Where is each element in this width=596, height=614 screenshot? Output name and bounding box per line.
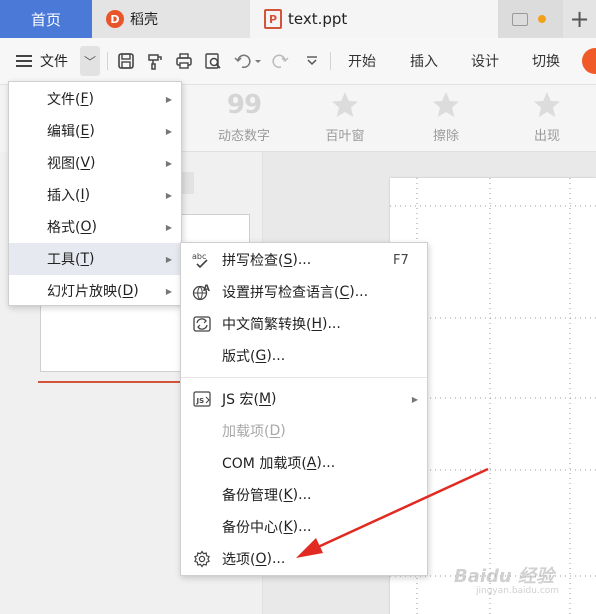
tab-bar: 首页 D 稻壳 P text.ppt + [0,0,596,38]
menu-item-backup-management[interactable]: 备份管理(K)... [181,479,427,511]
tab-document[interactable]: P text.ppt [250,0,498,38]
menu-item-layout[interactable]: 版式(G)... [181,340,427,372]
tab-document-label: text.ppt [288,10,348,28]
menu-item-options[interactable]: 选项(O)... [181,543,427,575]
submenu-arrow-icon: ▶ [165,286,172,296]
animation-wipe[interactable]: 擦除 [406,85,486,144]
hamburger-icon [16,55,32,67]
star-icon [305,85,385,125]
svg-text:JS: JS [196,397,205,405]
customize-toolbar-icon[interactable] [302,51,322,71]
notification-dot-icon[interactable] [538,15,546,23]
ribbon-tab-start[interactable]: 开始 [348,38,376,84]
submenu-arrow-icon: ▶ [165,126,172,136]
redo-icon[interactable] [270,51,290,71]
menu-item-insert[interactable]: 插入(I) ▶ [9,179,181,211]
language-icon: A [192,282,212,302]
toolbar-divider [330,52,331,70]
menu-item-js-macro[interactable]: JS JS 宏(M) ▶ [181,383,427,415]
submenu-arrow-icon: ▶ [165,158,172,168]
undo-icon[interactable] [233,51,263,71]
submenu-arrow-icon: ▶ [411,394,418,404]
convert-icon [192,314,212,334]
tab-daoke[interactable]: D 稻壳 [92,0,250,38]
animation-label: 擦除 [432,129,459,144]
submenu-arrow-icon: ▶ [165,254,172,264]
file-dropdown-menu: 文件(F) ▶ 编辑(E) ▶ 视图(V) ▶ 插入(I) ▶ 格式(O) ▶ … [8,81,182,306]
animation-label: 百叶窗 [325,129,365,144]
save-icon[interactable] [116,51,136,71]
format-painter-icon[interactable] [145,51,165,71]
menu-item-view[interactable]: 视图(V) ▶ [9,147,181,179]
menu-item-chinese-conversion[interactable]: 中文简繁转换(H)... [181,308,427,340]
menu-item-tools[interactable]: 工具(T) ▶ [9,243,181,275]
chevron-down-icon[interactable]: ﹀ [80,46,100,76]
tab-home[interactable]: 首页 [0,0,92,38]
animation-blinds[interactable]: 百叶窗 [305,85,385,144]
star-icon [406,85,486,125]
menu-divider [181,377,427,378]
tab-daoke-label: 稻壳 [130,12,158,28]
menu-item-spellcheck[interactable]: abc 拼写检查(S)... F7 [181,244,427,276]
monitor-icon[interactable] [512,12,528,26]
watermark: Baidu 经验 jingyan.baidu.com [454,566,560,596]
animation-label: 动态数字 [217,129,270,144]
svg-text:A: A [203,284,210,294]
menu-item-com-addins[interactable]: COM 加载项(A)... [181,447,427,479]
spellcheck-icon: abc [192,250,212,270]
ribbon-tab-design[interactable]: 设计 [471,38,499,84]
menu-item-backup-center[interactable]: 备份中心(K)... [181,511,427,543]
submenu-arrow-icon: ▶ [165,94,172,104]
toolbar-divider [107,52,108,70]
menu-item-edit[interactable]: 编辑(E) ▶ [9,115,181,147]
menu-item-file[interactable]: 文件(F) ▶ [9,83,181,115]
tabbar-tools [498,0,560,38]
animation-label: 出现 [533,129,560,144]
ribbon-tab-insert[interactable]: 插入 [410,38,438,84]
avatar[interactable] [582,48,596,74]
quick-toolbar: 文件 ﹀ 开始 插入 设计 切换 [0,38,596,85]
menu-item-format[interactable]: 格式(O) ▶ [9,211,181,243]
svg-text:abc: abc [192,252,206,261]
print-preview-icon[interactable] [203,51,223,71]
js-macro-icon: JS [192,389,212,409]
animation-gallery: 99 动态数字 百叶窗 擦除 出现 [180,85,596,152]
dynamic-number-icon: 99 [226,90,262,120]
star-icon [507,85,587,125]
animation-appear[interactable]: 出现 [507,85,587,144]
daoke-logo-icon: D [106,10,124,28]
gear-icon [192,549,212,569]
animation-dynamic-number[interactable]: 99 动态数字 [204,85,284,144]
file-menu-button[interactable]: 文件 [16,38,68,84]
menu-item-addins[interactable]: 加载项(D) [181,415,427,447]
submenu-arrow-icon: ▶ [165,190,172,200]
submenu-arrow-icon: ▶ [165,222,172,232]
menu-item-spellcheck-language[interactable]: A 设置拼写检查语言(C)... [181,276,427,308]
print-icon[interactable] [174,51,194,71]
tools-submenu: abc 拼写检查(S)... F7 A 设置拼写检查语言(C)... 中文简繁转… [180,242,428,576]
file-menu-label: 文件 [40,54,68,70]
new-tab-button[interactable]: + [563,0,596,38]
ribbon-tab-transition[interactable]: 切换 [532,38,560,84]
shortcut-label: F7 [393,252,409,268]
menu-item-slideshow[interactable]: 幻灯片放映(D) ▶ [9,275,181,307]
presentation-file-icon: P [264,9,282,29]
